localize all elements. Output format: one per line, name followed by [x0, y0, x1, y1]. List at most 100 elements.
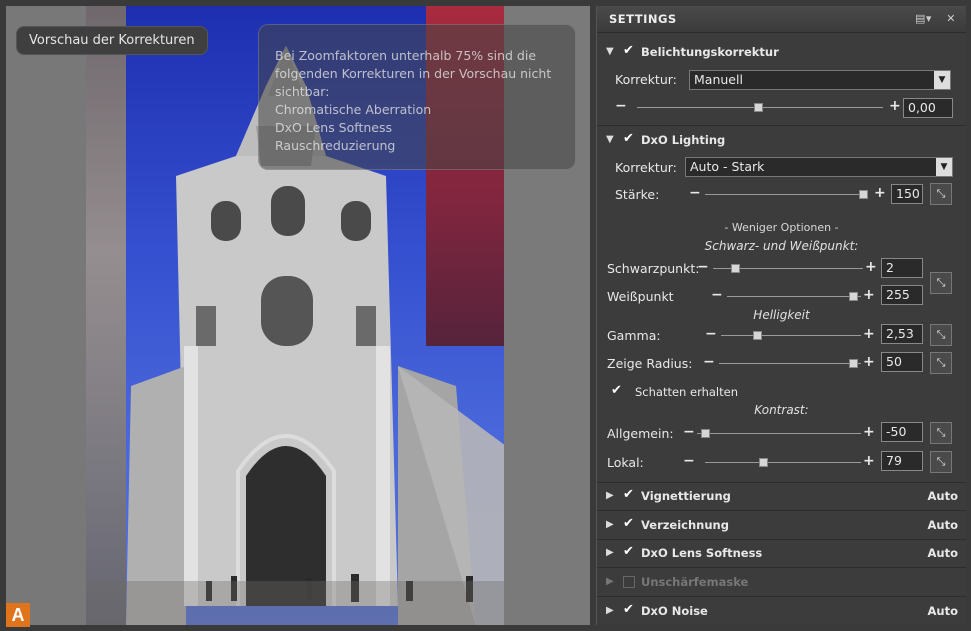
minus-icon[interactable]: −: [683, 453, 695, 469]
reset-pick-icon[interactable]: ⤡: [930, 183, 952, 205]
lokal-label: Lokal:: [607, 455, 644, 470]
expand-arrow-icon[interactable]: ▼: [606, 46, 614, 57]
expand-arrow-icon[interactable]: ▶: [606, 490, 614, 501]
minus-icon[interactable]: −: [705, 326, 717, 342]
weisspunkt-slider-track[interactable]: [727, 296, 861, 297]
chevron-down-icon[interactable]: ▼: [934, 71, 950, 89]
preview-area[interactable]: Vorschau der Korrekturen Bei Zoomfaktore…: [6, 6, 590, 625]
reset-pick-icon[interactable]: ⤡: [930, 451, 952, 473]
plus-icon[interactable]: +: [863, 424, 875, 440]
expand-arrow-icon[interactable]: ▶: [606, 519, 614, 530]
checkbox-checked-icon[interactable]: ✔: [611, 383, 622, 398]
minus-icon[interactable]: −: [615, 98, 627, 114]
schwarz-weiss-heading: Schwarz- und Weißpunkt:: [704, 239, 859, 253]
section-verzeichnung[interactable]: ▶ ✔ Verzeichnung Auto: [597, 513, 966, 537]
reset-pick-icon[interactable]: ⤡: [930, 352, 952, 374]
section-title: Verzeichnung: [641, 518, 729, 532]
minus-icon[interactable]: −: [703, 354, 715, 370]
checkbox-unchecked-icon[interactable]: [623, 576, 635, 588]
section-title: Vignettierung: [641, 489, 731, 503]
expand-arrow-icon[interactable]: ▶: [606, 547, 614, 558]
section-title: DxO Lighting: [641, 133, 726, 147]
zeige-radius-value-field[interactable]: 50: [881, 352, 923, 372]
lighting-korrektur-dropdown[interactable]: Auto - Stark ▼: [685, 157, 953, 177]
crop-overlay-left: [6, 6, 86, 625]
chevron-down-icon[interactable]: ▼: [936, 158, 952, 176]
plus-icon[interactable]: +: [863, 354, 875, 370]
schatten-erhalten-label: Schatten erhalten: [635, 385, 739, 399]
korrektur-label: Korrektur:: [615, 72, 677, 87]
minus-icon[interactable]: −: [683, 424, 695, 440]
reset-pick-icon[interactable]: ⤡: [930, 422, 952, 444]
section-unschaerfemaske[interactable]: ▶ Unschärfemaske: [597, 570, 966, 594]
plus-icon[interactable]: +: [863, 453, 875, 469]
section-dxo-noise[interactable]: ▶ ✔ DxO Noise Auto: [597, 599, 966, 623]
lokal-value-field[interactable]: 79: [881, 451, 923, 471]
schwarzpunkt-value-field[interactable]: 2: [881, 258, 923, 278]
gamma-value-field[interactable]: 2,53: [881, 324, 923, 344]
info-line: Rauschreduzierung: [275, 138, 396, 153]
ground-image: [86, 581, 504, 625]
divider: [597, 510, 966, 511]
weisspunkt-label: Weißpunkt: [607, 289, 674, 304]
plus-icon[interactable]: +: [889, 98, 901, 114]
checkbox-checked-icon[interactable]: ✔: [623, 516, 634, 531]
info-line: DxO Lens Softness: [275, 120, 392, 135]
close-icon[interactable]: ✕: [946, 12, 956, 25]
reset-pick-icon[interactable]: ⤡: [930, 324, 952, 346]
belichtung-korrektur-dropdown[interactable]: Manuell ▼: [689, 70, 951, 90]
staerke-value-field[interactable]: 150: [891, 184, 923, 204]
menu-icon[interactable]: ▤▾: [915, 12, 932, 25]
staerke-slider-thumb[interactable]: [859, 190, 868, 199]
staerke-slider-track[interactable]: [705, 194, 867, 195]
kontrast-heading: Kontrast:: [754, 403, 809, 417]
allgemein-slider-track[interactable]: [697, 433, 861, 434]
expand-arrow-icon[interactable]: ▶: [606, 576, 614, 587]
weniger-optionen-link[interactable]: - Weniger Optionen -: [597, 221, 966, 234]
expand-arrow-icon[interactable]: ▼: [606, 134, 614, 145]
checkbox-checked-icon[interactable]: ✔: [623, 487, 634, 502]
zeige-radius-slider-track[interactable]: [719, 363, 861, 364]
allgemein-slider-thumb[interactable]: [701, 429, 710, 438]
minus-icon[interactable]: −: [689, 185, 701, 201]
zeige-radius-slider-thumb[interactable]: [849, 359, 858, 368]
weisspunkt-slider-thumb[interactable]: [849, 292, 858, 301]
info-line: sichtbar:: [275, 84, 330, 99]
lokal-slider-track[interactable]: [705, 462, 861, 463]
expand-arrow-icon[interactable]: ▶: [606, 605, 614, 616]
gamma-slider-thumb[interactable]: [753, 331, 762, 340]
divider: [597, 567, 966, 568]
panel-title: SETTINGS: [609, 12, 677, 26]
minus-icon[interactable]: −: [697, 259, 709, 275]
belichtung-value-field[interactable]: 0,00: [903, 98, 953, 118]
divider: [597, 125, 966, 126]
plus-icon[interactable]: +: [863, 326, 875, 342]
checkbox-checked-icon[interactable]: ✔: [623, 131, 634, 146]
checkbox-checked-icon[interactable]: ✔: [623, 544, 634, 559]
plus-icon[interactable]: +: [863, 287, 875, 303]
plus-icon[interactable]: +: [874, 185, 886, 201]
preview-label: Vorschau der Korrekturen: [16, 26, 208, 55]
zeige-radius-label: Zeige Radius:: [607, 356, 693, 371]
allgemein-value-field[interactable]: -50: [881, 422, 923, 442]
checkbox-checked-icon[interactable]: ✔: [623, 43, 634, 58]
gamma-slider-track[interactable]: [721, 335, 861, 336]
section-vignettierung[interactable]: ▶ ✔ Vignettierung Auto: [597, 484, 966, 508]
section-dxo-lighting[interactable]: ▼ ✔ DxO Lighting: [597, 128, 966, 152]
section-belichtungskorrektur[interactable]: ▼ ✔ Belichtungskorrektur: [597, 40, 966, 64]
minus-icon[interactable]: −: [711, 287, 723, 303]
weisspunkt-value-field[interactable]: 255: [881, 285, 923, 305]
schwarzpunkt-slider-thumb[interactable]: [731, 264, 740, 273]
helligkeit-heading: Helligkeit: [753, 308, 810, 322]
info-line: Chromatische Aberration: [275, 102, 432, 117]
section-dxo-lens-softness[interactable]: ▶ ✔ DxO Lens Softness Auto: [597, 541, 966, 565]
reset-pick-icon[interactable]: ⤡: [930, 272, 952, 294]
plus-icon[interactable]: +: [865, 259, 877, 275]
belichtung-slider-thumb[interactable]: [754, 103, 763, 112]
checkbox-checked-icon[interactable]: ✔: [623, 602, 634, 617]
lokal-slider-thumb[interactable]: [759, 458, 768, 467]
divider: [597, 596, 966, 597]
section-title: Unschärfemaske: [641, 575, 749, 589]
section-title: Belichtungskorrektur: [641, 45, 779, 59]
figure-badge: A: [6, 603, 30, 627]
